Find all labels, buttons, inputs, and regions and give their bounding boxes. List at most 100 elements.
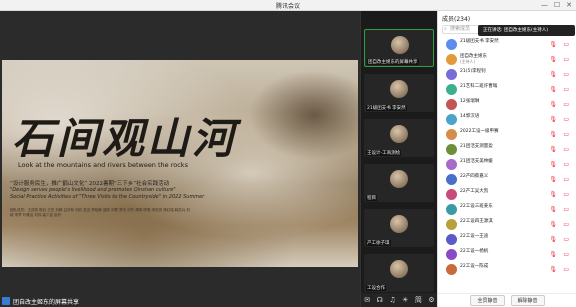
video-tile[interactable]: 团自改主姬东的屏幕共享 [364, 29, 434, 67]
camera-off-icon[interactable]: ▭ [563, 206, 569, 213]
window-title: 腾讯会议 [275, 3, 300, 10]
member-row[interactable]: 21(5)李程钊 🎙 ▭ [438, 67, 576, 82]
camera-off-icon[interactable]: ▭ [563, 251, 569, 258]
member-row[interactable]: 22产工吴大凯 🎙 ▭ [438, 187, 576, 202]
mute-all-button[interactable]: 全员静音 [470, 295, 505, 306]
member-name: 22工设四王源淇 [460, 219, 493, 224]
member-row[interactable]: 21团活支测量盈 🎙 ▭ [438, 142, 576, 157]
microphone-muted-icon[interactable]: 🎙 [549, 176, 557, 183]
video-tile[interactable]: 21级团支书 李安然 [364, 74, 434, 112]
member-panel: 成员(234) ⌕ 搜索成员 正在讲话: 团自改主姬东(主持人) 21级团支书 … [437, 11, 576, 307]
camera-off-icon[interactable]: ▭ [563, 116, 569, 123]
microphone-muted-icon[interactable]: 🎙 [549, 146, 557, 153]
microphone-muted-icon[interactable]: 🎙 [549, 41, 557, 48]
shared-slide: 石间观山河 Look at the mountains and rivers b… [2, 60, 358, 267]
microphone-muted-icon[interactable]: 🎙 [549, 101, 557, 108]
member-row[interactable]: 22工设一王迪 🎙 ▭ [438, 232, 576, 247]
camera-off-icon[interactable]: ▭ [563, 191, 569, 198]
member-name: 21团活支测量盈 [460, 144, 493, 149]
close-icon[interactable]: ✕ [566, 1, 572, 10]
avatar [446, 189, 457, 200]
member-name: 21(5)李程钊 [460, 69, 486, 74]
microphone-muted-icon[interactable]: 🎙 [549, 56, 557, 63]
avatar [446, 54, 457, 65]
sharer-label: 团自改主姬东的屏幕共享 [13, 298, 80, 306]
camera-off-icon[interactable]: ▭ [563, 176, 569, 183]
minimize-icon[interactable]: — [541, 1, 548, 10]
camera-off-icon[interactable]: ▭ [563, 161, 569, 168]
title-bar: 腾讯会议 — ☐ ✕ [0, 0, 576, 11]
camera-off-icon[interactable]: ▭ [563, 221, 569, 228]
microphone-muted-icon[interactable]: 🎙 [549, 131, 557, 138]
member-name: 14郭汉语 [460, 114, 480, 119]
member-row[interactable]: 21团活支美林媛 🎙 ▭ [438, 157, 576, 172]
avatar [446, 99, 457, 110]
participant-avatar [390, 80, 408, 98]
member-row[interactable]: 22工设三班姜东 🎙 ▭ [438, 202, 576, 217]
camera-off-icon[interactable]: ▭ [563, 146, 569, 153]
participant-avatar [390, 215, 408, 233]
participant-avatar [390, 170, 408, 188]
video-tile[interactable]: 工设合作 [364, 254, 434, 292]
video-tile[interactable]: 产工徐子琪 [364, 209, 434, 247]
maximize-icon[interactable]: ☐ [554, 1, 560, 10]
video-tile[interactable]: 程目 [364, 164, 434, 202]
settings-icon[interactable]: ⚙ [428, 296, 434, 304]
member-row[interactable]: 2022工设一级申赛 🎙 ▭ [438, 127, 576, 142]
video-tile[interactable]: 王设计-工商测绘 [364, 119, 434, 157]
speaking-indicator: 正在讲话: 团自改主姬东(主持人) [478, 25, 575, 36]
audio-icon[interactable]: ☊ [377, 296, 383, 304]
video-tile-name: 工设合作 [366, 285, 386, 291]
member-row[interactable]: 22工设四王源淇 🎙 ▭ [438, 217, 576, 232]
avatar [446, 159, 457, 170]
avatar [446, 264, 457, 275]
member-panel-footer: 全员静音 解除静音 [438, 293, 576, 307]
member-row[interactable]: 14郭汉语 🎙 ▭ [438, 112, 576, 127]
camera-off-icon[interactable]: ▭ [563, 131, 569, 138]
microphone-muted-icon[interactable]: 🎙 [549, 206, 557, 213]
avatar [446, 129, 457, 140]
brightness-icon[interactable]: ☀ [402, 296, 408, 304]
slide-team-credits: 团队成员：王成拓 程目 王任 刘嫣 吕尽林 刘欣 张迅 李晓琳 邹陈 刘秀 罗志… [10, 208, 190, 217]
microphone-muted-icon[interactable]: 🎙 [549, 116, 557, 123]
microphone-muted-icon[interactable]: 🎙 [549, 191, 557, 198]
camera-off-icon[interactable]: ▭ [563, 86, 569, 93]
video-tile-name: 团自改主姬东的屏幕共享 [367, 59, 419, 65]
member-name: 22产四蔡嘉义 [460, 174, 489, 179]
camera-off-icon[interactable]: ▭ [563, 56, 569, 63]
microphone-muted-icon[interactable]: 🎙 [549, 161, 557, 168]
window-controls: — ☐ ✕ [541, 1, 572, 10]
microphone-muted-icon[interactable]: 🎙 [549, 86, 557, 93]
chat-icon[interactable]: ✉ [364, 296, 370, 304]
participant-avatar [390, 125, 408, 143]
camera-off-icon[interactable]: ▭ [563, 266, 569, 273]
simplified-chinese-icon[interactable]: 简 [415, 295, 422, 305]
camera-off-icon[interactable]: ▭ [563, 101, 569, 108]
microphone-muted-icon[interactable]: 🎙 [549, 251, 557, 258]
participant-avatar [391, 36, 409, 54]
member-row[interactable]: 22产四蔡嘉义 🎙 ▭ [438, 172, 576, 187]
music-icon[interactable]: ♫ [389, 296, 395, 304]
slide-english-subtitle: Look at the mountains and rivers between… [18, 161, 188, 169]
video-tile-name: 产工徐子琪 [366, 240, 391, 246]
microphone-muted-icon[interactable]: 🎙 [549, 266, 557, 273]
screen-share-icon [2, 297, 10, 305]
camera-off-icon[interactable]: ▭ [563, 41, 569, 48]
member-row[interactable]: 22工设一陈成 🎙 ▭ [438, 262, 576, 277]
camera-off-icon[interactable]: ▭ [563, 71, 569, 78]
member-row[interactable]: 团自改主姬东 (主持人) 🎙 ▭ [438, 52, 576, 67]
unmute-all-button[interactable]: 解除静音 [510, 295, 545, 306]
member-row[interactable]: 22工设一杨帆 🎙 ▭ [438, 247, 576, 262]
search-icon: ⌕ [444, 26, 447, 32]
member-row[interactable]: 12张瑞琳 🎙 ▭ [438, 97, 576, 112]
member-row[interactable]: 21艺科二班许曹嗡 🎙 ▭ [438, 82, 576, 97]
member-name: 22工设三班姜东 [460, 204, 493, 209]
member-row[interactable]: 21级团支书 李安然 🎙 ▭ [438, 37, 576, 52]
slide-title: 石间观山河 [12, 114, 238, 163]
microphone-muted-icon[interactable]: 🎙 [549, 71, 557, 78]
microphone-muted-icon[interactable]: 🎙 [549, 221, 557, 228]
microphone-muted-icon[interactable]: 🎙 [549, 236, 557, 243]
sharer-label-bar: 团自改主姬东的屏幕共享 [2, 295, 79, 307]
avatar [446, 84, 457, 95]
camera-off-icon[interactable]: ▭ [563, 236, 569, 243]
